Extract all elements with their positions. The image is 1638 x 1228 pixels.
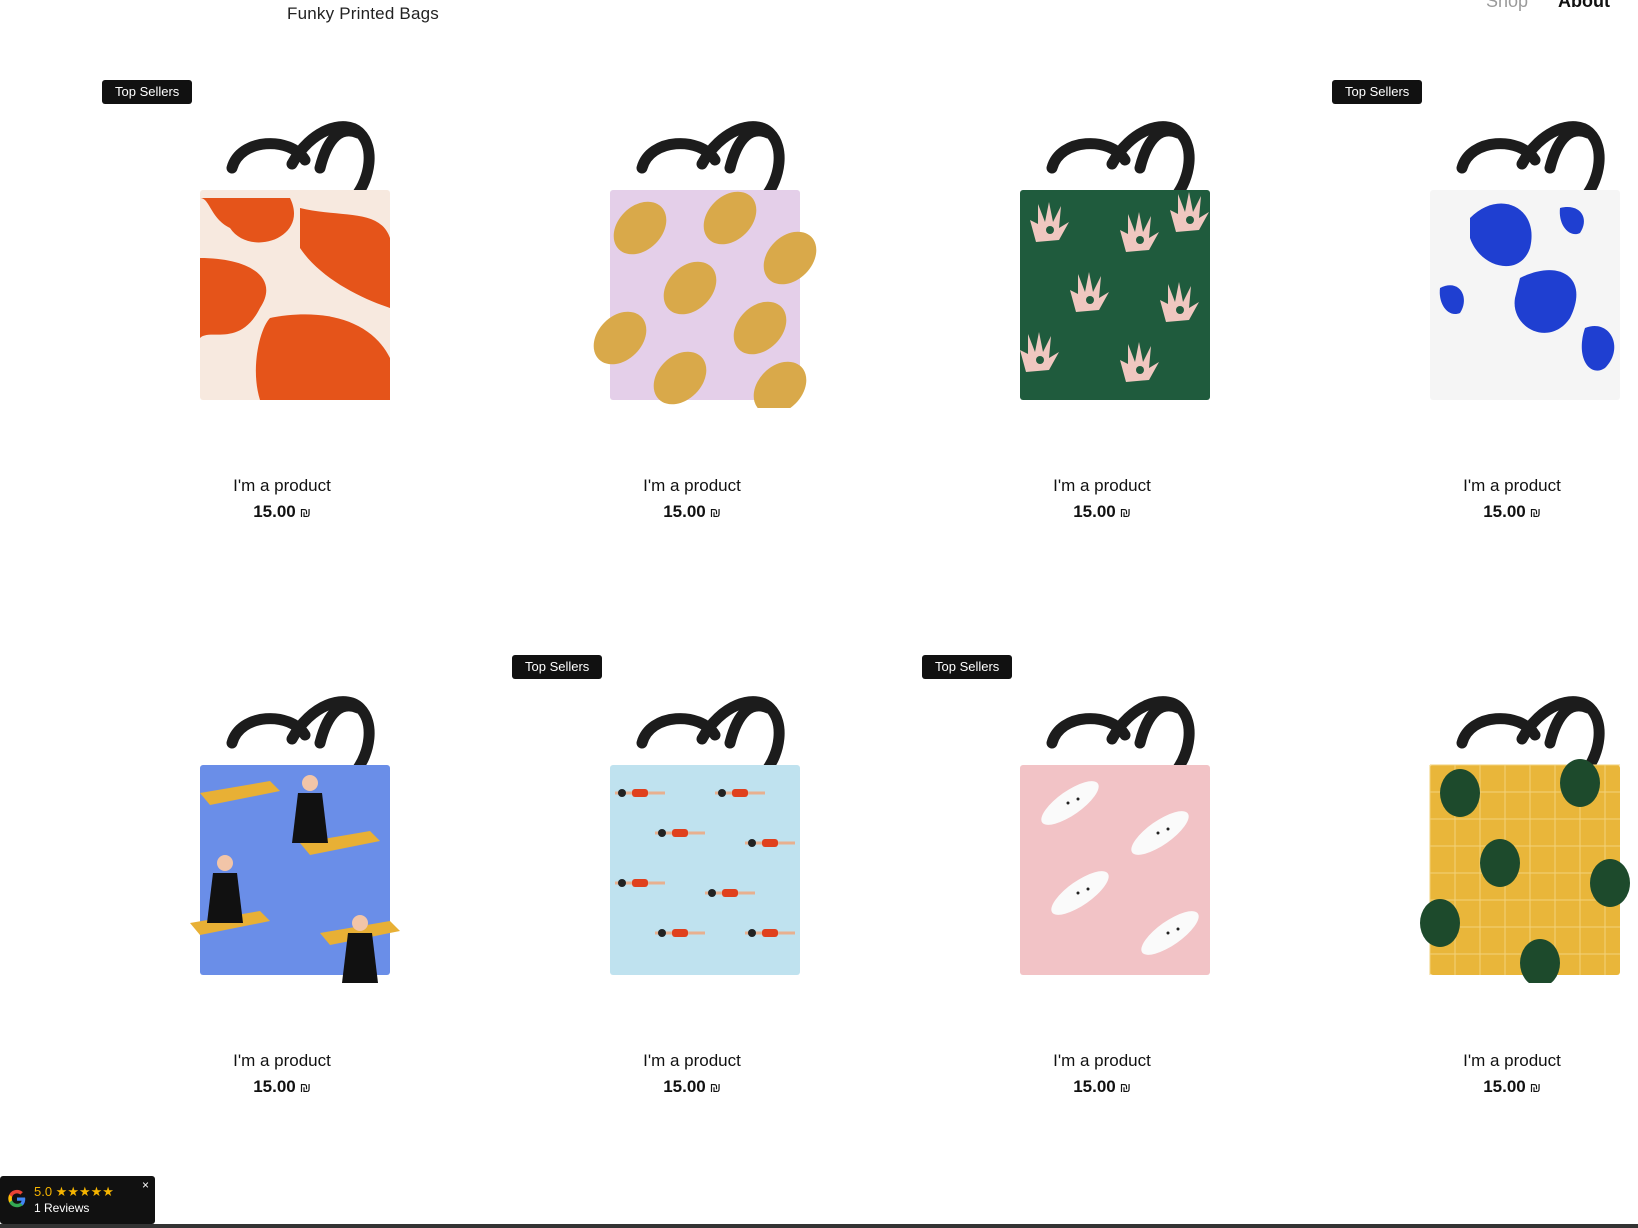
product-price: 15.00 ₪ bbox=[1332, 502, 1638, 522]
product-price: 15.00 ₪ bbox=[102, 502, 462, 522]
price-value: 15.00 bbox=[1073, 1077, 1116, 1096]
price-value: 15.00 bbox=[663, 1077, 706, 1096]
currency-symbol: ₪ bbox=[299, 505, 311, 520]
product-price: 15.00 ₪ bbox=[922, 1077, 1282, 1097]
price-value: 15.00 bbox=[1483, 1077, 1526, 1096]
product-card[interactable]: I'm a product 15.00 ₪ bbox=[512, 80, 832, 600]
currency-symbol: ₪ bbox=[709, 1080, 721, 1095]
product-card[interactable]: I'm a product 15.00 ₪ bbox=[922, 80, 1242, 600]
price-value: 15.00 bbox=[1073, 502, 1116, 521]
product-name[interactable]: I'm a product bbox=[922, 476, 1282, 496]
product-image[interactable] bbox=[170, 108, 410, 408]
top-sellers-badge: Top Sellers bbox=[922, 655, 1013, 679]
currency-symbol: ₪ bbox=[299, 1080, 311, 1095]
product-name[interactable]: I'm a product bbox=[102, 1051, 462, 1071]
product-image[interactable] bbox=[1400, 108, 1638, 408]
product-image[interactable] bbox=[580, 683, 820, 983]
product-image[interactable] bbox=[990, 108, 1230, 408]
top-sellers-badge: Top Sellers bbox=[1332, 80, 1423, 104]
product-card[interactable]: Top Sellers I'm a product 15.00 ₪ bbox=[1332, 80, 1638, 600]
product-name[interactable]: I'm a product bbox=[102, 476, 462, 496]
product-card[interactable]: Top Sellers I'm a product 15.00 ₪ bbox=[102, 80, 422, 600]
bottom-bar bbox=[0, 1224, 1638, 1228]
product-card[interactable]: I'm a product 15.00 ₪ bbox=[102, 655, 422, 1175]
google-icon bbox=[8, 1189, 26, 1208]
product-image[interactable] bbox=[1400, 683, 1638, 983]
product-image[interactable] bbox=[170, 683, 410, 983]
price-value: 15.00 bbox=[1483, 502, 1526, 521]
product-name[interactable]: I'm a product bbox=[1332, 476, 1638, 496]
product-image[interactable] bbox=[990, 683, 1230, 983]
product-name[interactable]: I'm a product bbox=[922, 1051, 1282, 1071]
product-price: 15.00 ₪ bbox=[1332, 1077, 1638, 1097]
review-widget[interactable]: 5.0 ★★★★★ 1 Reviews × bbox=[0, 1176, 155, 1224]
currency-symbol: ₪ bbox=[1529, 1080, 1541, 1095]
product-price: 15.00 ₪ bbox=[512, 502, 872, 522]
review-count: 1 Reviews bbox=[34, 1201, 90, 1215]
product-grid: Top Sellers I'm a product 15.00 ₪ I'm a pro… bbox=[0, 0, 1638, 1228]
currency-symbol: ₪ bbox=[709, 505, 721, 520]
product-price: 15.00 ₪ bbox=[922, 502, 1282, 522]
product-card[interactable]: I'm a product 15.00 ₪ bbox=[1332, 655, 1638, 1175]
product-card[interactable]: Top Sellers I'm a product 15.00 ₪ bbox=[512, 655, 832, 1175]
top-sellers-badge: Top Sellers bbox=[512, 655, 603, 679]
product-price: 15.00 ₪ bbox=[102, 1077, 462, 1097]
review-score: 5.0 ★★★★★ bbox=[34, 1184, 114, 1199]
product-name[interactable]: I'm a product bbox=[512, 476, 872, 496]
currency-symbol: ₪ bbox=[1119, 505, 1131, 520]
product-card[interactable]: Top Sellers I'm a product 15.00 ₪ bbox=[922, 655, 1242, 1175]
product-image[interactable] bbox=[580, 108, 820, 408]
product-name[interactable]: I'm a product bbox=[1332, 1051, 1638, 1071]
price-value: 15.00 bbox=[253, 1077, 296, 1096]
product-price: 15.00 ₪ bbox=[512, 1077, 872, 1097]
price-value: 15.00 bbox=[663, 502, 706, 521]
currency-symbol: ₪ bbox=[1529, 505, 1541, 520]
currency-symbol: ₪ bbox=[1119, 1080, 1131, 1095]
product-name[interactable]: I'm a product bbox=[512, 1051, 872, 1071]
top-sellers-badge: Top Sellers bbox=[102, 80, 193, 104]
close-icon[interactable]: × bbox=[142, 1178, 149, 1192]
price-value: 15.00 bbox=[253, 502, 296, 521]
